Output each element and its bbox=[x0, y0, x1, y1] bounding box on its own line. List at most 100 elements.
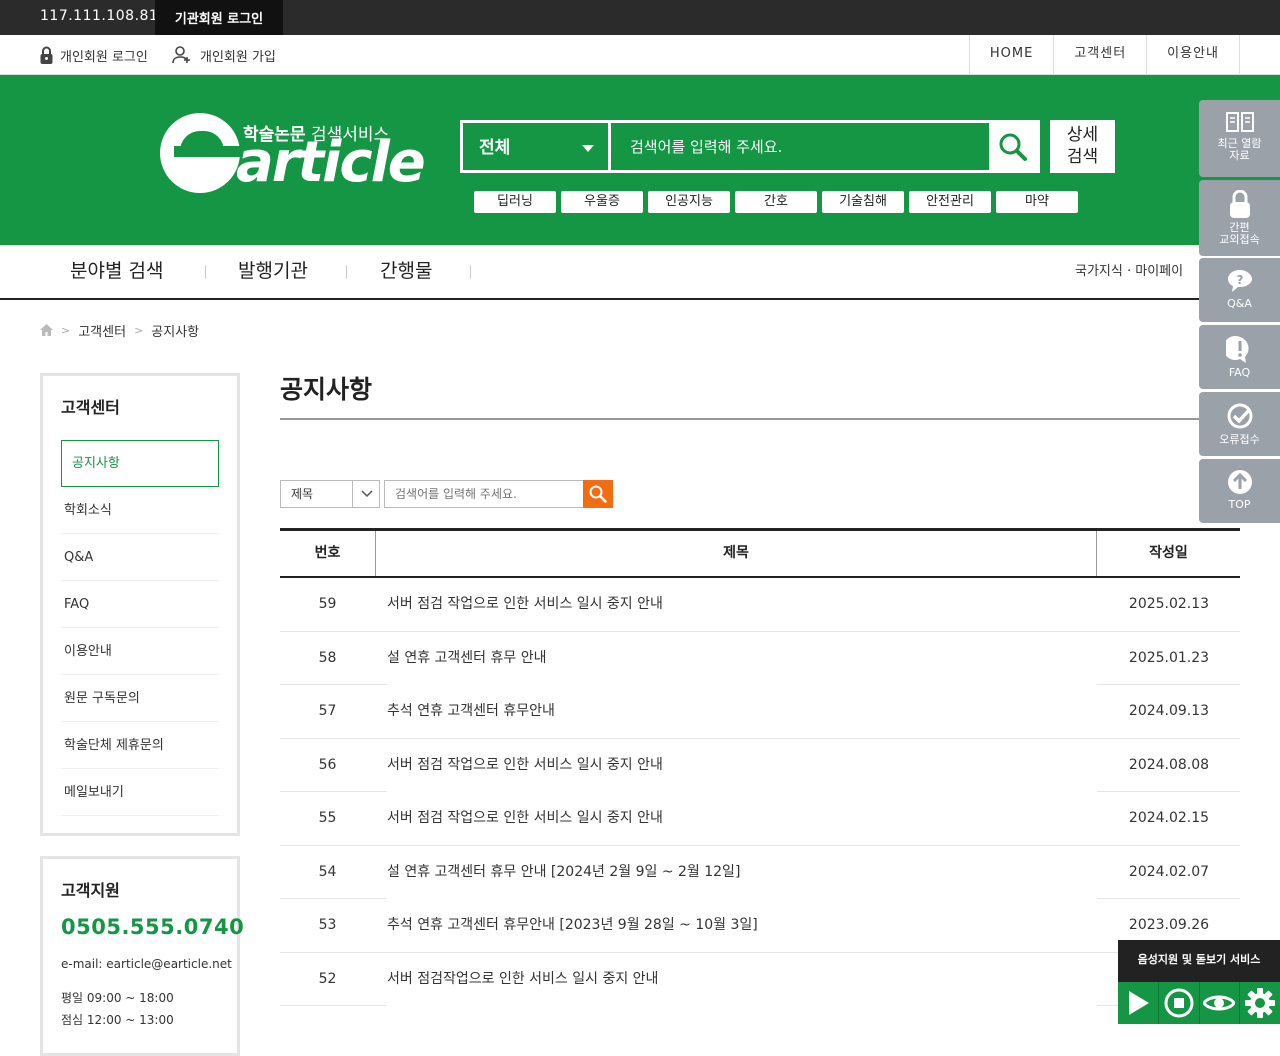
row-title-link[interactable]: 설 연휴 고객센터 휴무 안내 [2024년 2월 9일 ~ 2월 12일] bbox=[387, 845, 1097, 899]
search-icon bbox=[999, 133, 1027, 161]
side-menu-item-notice[interactable]: 공지사항 bbox=[61, 440, 219, 487]
keyword-tag[interactable]: 딥러닝 bbox=[474, 191, 556, 213]
chevron-right-icon: > bbox=[134, 323, 144, 337]
title-divider bbox=[280, 418, 1240, 420]
header: 학술논문 검색서비스 article 전체 상세 검색 딥러닝 우울증 인공지능… bbox=[0, 75, 1280, 245]
board-search-field-select[interactable]: 제목 bbox=[280, 480, 380, 508]
table-row[interactable]: 57 추석 연휴 고객센터 휴무안내 2024.09.13 bbox=[280, 685, 1240, 739]
side-menu-item-subscription[interactable]: 원문 구독문의 bbox=[61, 675, 219, 722]
voice-play-button[interactable] bbox=[1118, 982, 1159, 1024]
eye-icon bbox=[1203, 995, 1236, 1011]
detail-search-button[interactable]: 상세 검색 bbox=[1050, 120, 1115, 173]
top-bar: 117.111.108.81 기관회원 로그인 bbox=[0, 0, 1280, 35]
nav-field-search[interactable]: 분야별 검색 bbox=[70, 245, 163, 298]
home-icon[interactable] bbox=[40, 324, 53, 336]
search-scope-select[interactable]: 전체 bbox=[463, 123, 611, 170]
breadcrumb-item[interactable]: 공지사항 bbox=[151, 321, 199, 340]
side-menu-item-partnership[interactable]: 학술단체 제휴문의 bbox=[61, 722, 219, 769]
voice-settings-button[interactable] bbox=[1240, 982, 1280, 1024]
nav-right-links[interactable]: 국가지식 · 마이페이 bbox=[1075, 245, 1183, 298]
row-title-link[interactable]: 서버 점검 작업으로 인한 서비스 일시 중지 안내 bbox=[387, 738, 1097, 792]
check-icon bbox=[1227, 403, 1252, 429]
lock-icon bbox=[40, 46, 53, 64]
arrow-up-icon bbox=[1227, 470, 1252, 494]
main-search-box: 전체 bbox=[460, 120, 1040, 173]
quick-recent-button[interactable]: 최근 열람 자료 bbox=[1199, 100, 1280, 177]
row-number: 52 bbox=[318, 970, 337, 987]
popular-keywords: 딥러닝 우울증 인공지능 간호 기술침해 안전관리 마약 bbox=[474, 191, 1078, 213]
row-number: 56 bbox=[318, 756, 337, 773]
search-button[interactable] bbox=[989, 123, 1037, 170]
home-link[interactable]: HOME bbox=[968, 35, 1053, 75]
voice-assist-title: 음성지원 및 돋보기 서비스 bbox=[1137, 953, 1261, 966]
keyword-tag[interactable]: 간호 bbox=[735, 191, 817, 213]
keyword-tag[interactable]: 안전관리 bbox=[909, 191, 991, 213]
nav-publishers[interactable]: 발행기관 bbox=[238, 245, 308, 298]
voice-assist-controls bbox=[1118, 982, 1280, 1024]
table-row[interactable]: 53 추석 연휴 고객센터 휴무안내 [2023년 9월 28일 ~ 10월 3일… bbox=[280, 899, 1240, 953]
quick-label: 간편 교외접속 bbox=[1219, 221, 1260, 246]
search-scope-value: 전체 bbox=[479, 138, 511, 158]
side-menu-item-mail[interactable]: 메일보내기 bbox=[61, 769, 219, 816]
main-search-input[interactable] bbox=[614, 123, 992, 170]
quick-label: FAQ bbox=[1228, 366, 1251, 379]
table-row[interactable]: 54 설 연휴 고객센터 휴무 안내 [2024년 2월 9일 ~ 2월 12일]… bbox=[280, 845, 1240, 899]
board-search-button[interactable] bbox=[583, 480, 613, 508]
keyword-tag[interactable]: 마약 bbox=[996, 191, 1078, 213]
usage-guide-link[interactable]: 이용안내 bbox=[1146, 35, 1240, 75]
row-date: 2025.01.23 bbox=[1128, 649, 1210, 666]
keyword-tag[interactable]: 인공지능 bbox=[648, 191, 730, 213]
breadcrumb: > 고객센터 > 공지사항 bbox=[40, 320, 199, 340]
side-menu-item-society-news[interactable]: 학회소식 bbox=[61, 487, 219, 534]
side-menu-item-qna[interactable]: Q&A bbox=[61, 534, 219, 581]
board-search-input[interactable] bbox=[384, 480, 584, 508]
table-row[interactable]: 56 서버 점검 작업으로 인한 서비스 일시 중지 안내 2024.08.08 bbox=[280, 738, 1240, 792]
row-number: 58 bbox=[318, 649, 337, 666]
table-row[interactable]: 55 서버 점검 작업으로 인한 서비스 일시 중지 안내 2024.02.15 bbox=[280, 792, 1240, 846]
keyword-tag[interactable]: 우울증 bbox=[561, 191, 643, 213]
institution-login-button[interactable]: 기관회원 로그인 bbox=[155, 0, 283, 35]
row-title-link[interactable]: 서버 점검 작업으로 인한 서비스 일시 중지 안내 bbox=[387, 792, 1097, 845]
table-row[interactable]: 52 서버 점검작업으로 인한 서비스 일시 중지 안내 bbox=[280, 952, 1240, 1006]
add-user-icon bbox=[172, 46, 190, 64]
voice-stop-button[interactable] bbox=[1159, 982, 1200, 1024]
chevron-right-icon: > bbox=[61, 323, 71, 337]
row-title-link[interactable]: 설 연휴 고객센터 휴무 안내 bbox=[387, 631, 1097, 685]
side-menu-item-guide[interactable]: 이용안내 bbox=[61, 628, 219, 675]
nav-publications[interactable]: 간행물 bbox=[380, 245, 432, 298]
caret-down-icon bbox=[582, 145, 594, 152]
quick-error-report-button[interactable]: 오류접수 bbox=[1199, 392, 1280, 456]
personal-join-link[interactable]: 개인회원 가입 bbox=[172, 35, 276, 75]
row-title-link[interactable]: 서버 점검작업으로 인한 서비스 일시 중지 안내 bbox=[387, 952, 1097, 1006]
keyword-tag[interactable]: 기술침해 bbox=[822, 191, 904, 213]
util-nav: HOME 고객센터 이용안내 bbox=[968, 35, 1240, 75]
row-date: 2024.09.13 bbox=[1128, 703, 1210, 719]
logo-wordmark[interactable]: article bbox=[236, 133, 426, 193]
customer-support-box: 고객지원 0505.555.0740 e-mail: earticle@eart… bbox=[40, 856, 244, 1056]
breadcrumb-item[interactable]: 고객센터 bbox=[78, 321, 126, 340]
quick-top-button[interactable]: TOP bbox=[1199, 459, 1280, 523]
play-icon bbox=[1128, 991, 1149, 1015]
gear-icon bbox=[1245, 988, 1276, 1018]
row-title-link[interactable]: 추석 연휴 고객센터 휴무안내 [2023년 9월 28일 ~ 10월 3일] bbox=[387, 899, 1097, 952]
row-date: 2025.02.13 bbox=[1128, 596, 1210, 612]
book-icon bbox=[1225, 112, 1254, 132]
lock-icon bbox=[1229, 190, 1250, 218]
customer-center-link[interactable]: 고객센터 bbox=[1053, 35, 1146, 75]
logo-e-mark[interactable] bbox=[160, 113, 240, 193]
row-number: 53 bbox=[318, 917, 337, 933]
side-menu-item-faq[interactable]: FAQ bbox=[61, 581, 219, 628]
voice-zoom-button[interactable] bbox=[1200, 982, 1241, 1024]
row-title-link[interactable]: 추석 연휴 고객센터 휴무안내 bbox=[387, 685, 1097, 738]
quick-label: 오류접수 bbox=[1219, 433, 1260, 446]
quick-faq-button[interactable]: FAQ bbox=[1199, 325, 1280, 389]
ip-address: 117.111.108.81 bbox=[40, 8, 159, 24]
quick-offcampus-button[interactable]: 간편 교외접속 bbox=[1199, 180, 1280, 256]
quick-qna-button[interactable]: ? Q&A bbox=[1199, 258, 1280, 322]
personal-login-link[interactable]: 개인회원 로그인 bbox=[40, 35, 148, 75]
row-title-link[interactable]: 서버 점검 작업으로 인한 서비스 일시 중지 안내 bbox=[387, 578, 1097, 631]
select-divider bbox=[352, 481, 353, 507]
table-row[interactable]: 59 서버 점검 작업으로 인한 서비스 일시 중지 안내 2025.02.13 bbox=[280, 578, 1240, 632]
table-row[interactable]: 58 설 연휴 고객센터 휴무 안내 2025.01.23 bbox=[280, 631, 1240, 685]
voice-assist-panel: 음성지원 및 돋보기 서비스 bbox=[1118, 940, 1280, 1024]
